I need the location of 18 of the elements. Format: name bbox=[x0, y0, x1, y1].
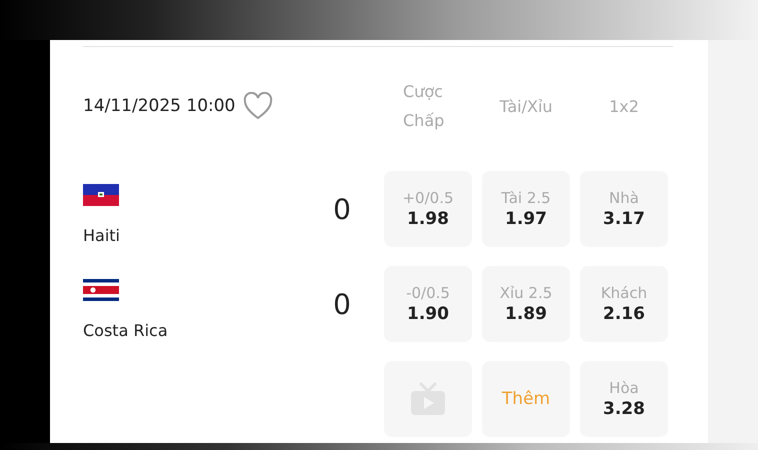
flag-icon bbox=[83, 279, 119, 301]
column-header: 1x2 bbox=[609, 96, 639, 118]
odds-button[interactable]: Khách 2.16 bbox=[580, 266, 668, 342]
heart-icon[interactable] bbox=[243, 92, 274, 120]
team-name: Haiti bbox=[83, 226, 120, 245]
column-header: Tài/Xỉu bbox=[499, 96, 553, 118]
odds-button[interactable]: Nhà 3.17 bbox=[580, 171, 668, 247]
odds-button[interactable]: +0/0.5 1.98 bbox=[384, 171, 472, 247]
score: 0 bbox=[333, 288, 351, 320]
team-name: Costa Rica bbox=[83, 321, 168, 340]
odds-button[interactable]: Hòa 3.28 bbox=[580, 361, 668, 437]
odds-button[interactable]: Xỉu 2.5 1.89 bbox=[482, 266, 570, 342]
score: 0 bbox=[333, 192, 351, 226]
flag-icon bbox=[83, 184, 119, 206]
column-header: Cược Chấp bbox=[403, 81, 446, 132]
match-datetime: 14/11/2025 10:00 bbox=[83, 96, 236, 116]
odds-button[interactable]: Tài 2.5 1.97 bbox=[482, 171, 570, 247]
odds-button[interactable]: -0/0.5 1.90 bbox=[384, 266, 472, 342]
